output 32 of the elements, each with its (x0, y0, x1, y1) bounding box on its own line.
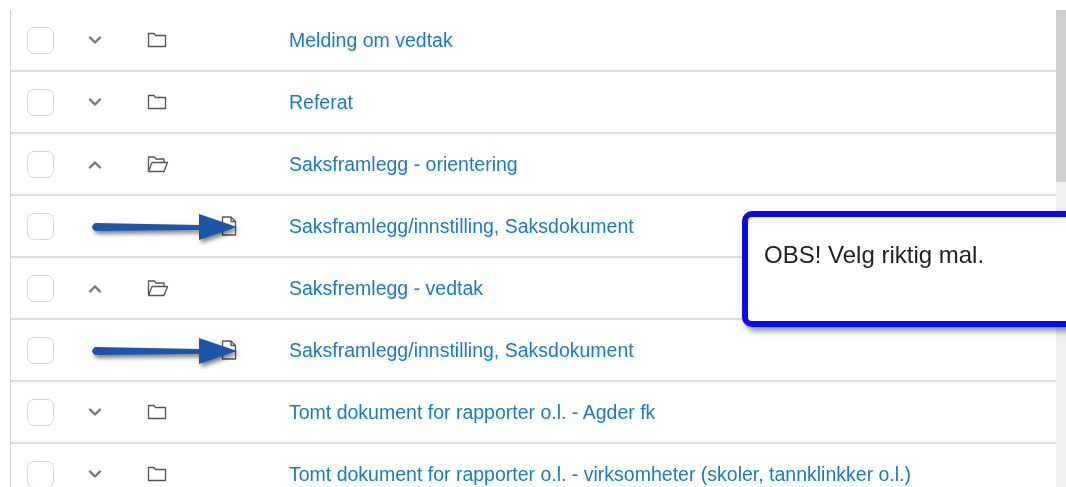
template-link[interactable]: Saksfremlegg - vedtak (289, 276, 483, 300)
checkbox[interactable] (27, 336, 54, 364)
chevron-down-icon[interactable] (88, 35, 102, 45)
document-icon (221, 340, 237, 360)
template-link[interactable]: Tomt dokument for rapporter o.l. - virksomheter (skoler, tannklinkker o.l.) (289, 462, 912, 486)
folder-icon (147, 466, 167, 482)
document-icon (221, 216, 237, 236)
scrollbar-thumb[interactable] (1056, 10, 1066, 182)
template-link[interactable]: Referat (289, 90, 353, 114)
template-link[interactable]: Saksframlegg/innstilling, Saksdokument (289, 338, 634, 362)
template-link[interactable]: Melding om vedtak (289, 28, 453, 52)
callout-note: OBS! Velg riktig mal. (742, 211, 1066, 327)
chevron-down-icon[interactable] (88, 469, 102, 479)
checkbox[interactable] (27, 88, 54, 116)
checkbox[interactable] (27, 212, 54, 240)
folder-icon (147, 32, 167, 48)
checkbox[interactable] (27, 150, 54, 178)
chevron-down-icon[interactable] (88, 97, 102, 107)
checkbox[interactable] (27, 398, 54, 426)
template-link[interactable]: Tomt dokument for rapporter o.l. - Agder fk (289, 400, 656, 424)
chevron-up-icon[interactable] (88, 159, 102, 169)
folder-icon (147, 404, 167, 420)
template-link[interactable]: Saksframlegg/innstilling, Saksdokument (289, 214, 634, 238)
checkbox[interactable] (27, 26, 54, 54)
template-link[interactable]: Saksframlegg - orientering (289, 152, 518, 176)
checkbox[interactable] (27, 460, 54, 487)
folder-icon (147, 94, 167, 110)
checkbox[interactable] (27, 274, 54, 302)
open-folder-icon (147, 155, 169, 173)
open-folder-icon (147, 279, 169, 297)
chevron-up-icon[interactable] (88, 283, 102, 293)
chevron-down-icon[interactable] (88, 407, 102, 417)
